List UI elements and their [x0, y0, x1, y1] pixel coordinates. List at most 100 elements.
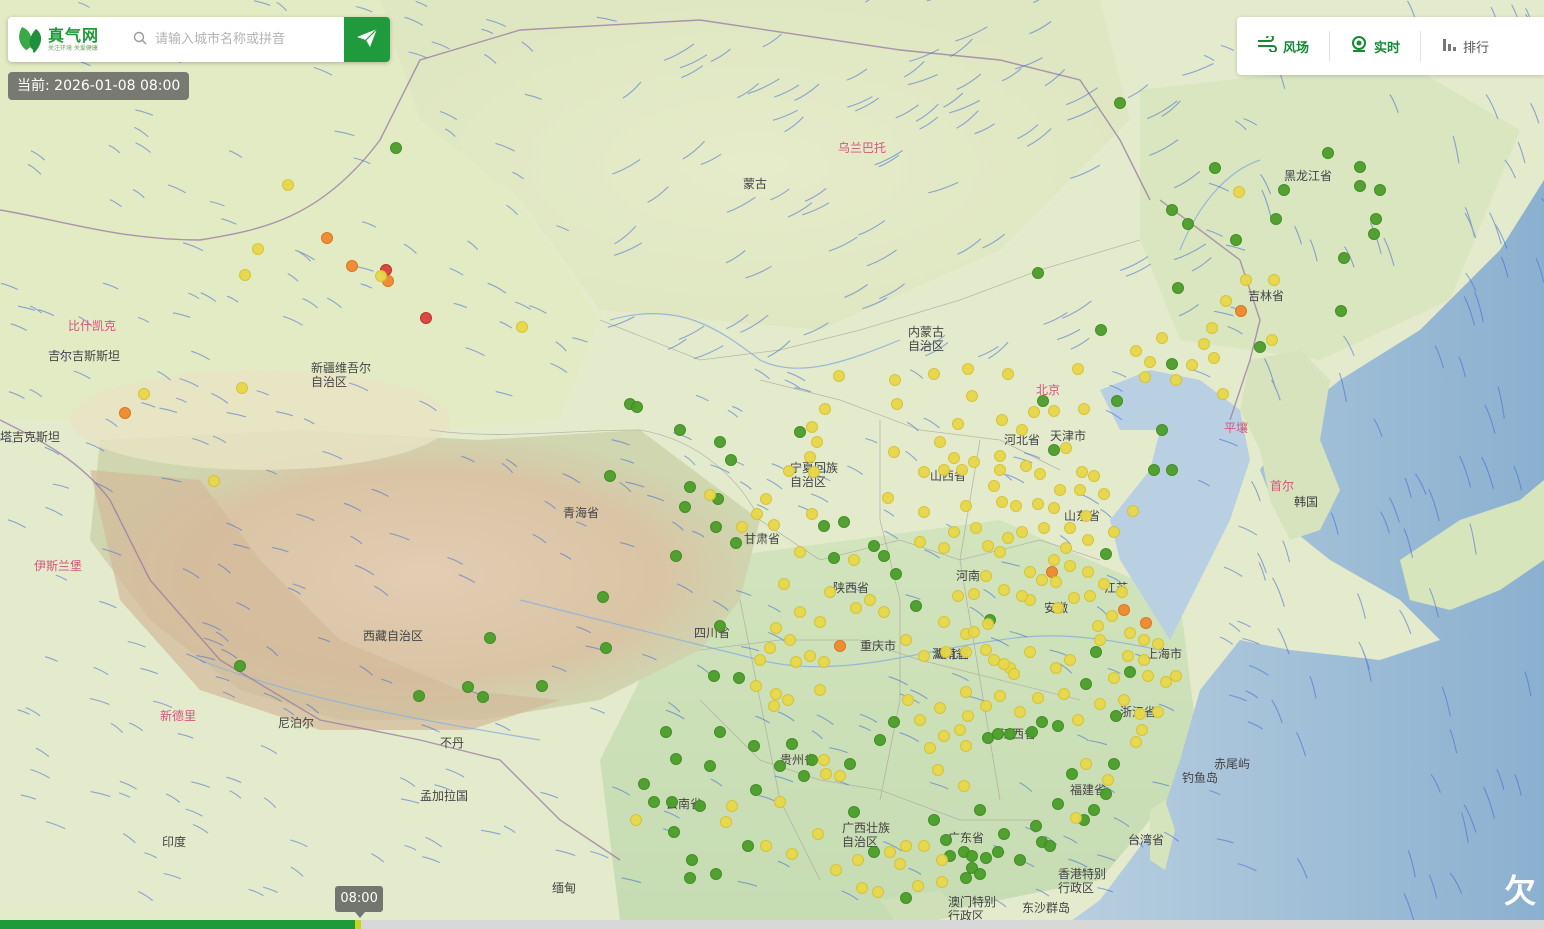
station-marker-good[interactable]	[1182, 218, 1194, 230]
station-marker-good[interactable]	[786, 738, 798, 750]
station-marker-moderate[interactable]	[938, 616, 950, 628]
station-marker-good[interactable]	[838, 516, 850, 528]
station-marker-moderate[interactable]	[914, 714, 926, 726]
station-marker-good[interactable]	[1338, 252, 1350, 264]
station-marker-moderate[interactable]	[954, 724, 966, 736]
station-marker-good[interactable]	[714, 726, 726, 738]
station-marker-moderate[interactable]	[1106, 610, 1118, 622]
station-marker-good[interactable]	[974, 868, 986, 880]
station-marker-moderate[interactable]	[1054, 484, 1066, 496]
station-marker-moderate[interactable]	[1156, 332, 1168, 344]
station-marker-light-pollution[interactable]	[834, 640, 846, 652]
station-marker-moderate[interactable]	[960, 740, 972, 752]
station-marker-moderate[interactable]	[833, 370, 845, 382]
station-marker-moderate[interactable]	[1233, 186, 1245, 198]
station-marker-moderate[interactable]	[804, 451, 816, 463]
station-marker-moderate[interactable]	[1052, 602, 1064, 614]
station-marker-moderate[interactable]	[770, 622, 782, 634]
station-marker-moderate[interactable]	[1098, 488, 1110, 500]
station-marker-moderate[interactable]	[1050, 576, 1062, 588]
station-marker-moderate[interactable]	[948, 526, 960, 538]
station-marker-moderate[interactable]	[1058, 688, 1070, 700]
station-marker-moderate[interactable]	[1038, 522, 1050, 534]
wind-field-button[interactable]: 风场	[1237, 17, 1329, 75]
station-marker-moderate[interactable]	[786, 848, 798, 860]
station-marker-moderate[interactable]	[1206, 322, 1218, 334]
station-marker-moderate[interactable]	[962, 363, 974, 375]
station-marker-good[interactable]	[974, 804, 986, 816]
station-marker-good[interactable]	[477, 691, 489, 703]
station-marker-moderate[interactable]	[938, 464, 950, 476]
station-marker-good[interactable]	[684, 481, 696, 493]
station-marker-good[interactable]	[1111, 395, 1123, 407]
station-marker-good[interactable]	[878, 550, 890, 562]
station-marker-good[interactable]	[638, 778, 650, 790]
station-marker-good[interactable]	[631, 401, 643, 413]
station-marker-moderate[interactable]	[824, 586, 836, 598]
station-marker-moderate[interactable]	[994, 546, 1006, 558]
station-marker-moderate[interactable]	[1094, 634, 1106, 646]
station-marker-moderate[interactable]	[918, 840, 930, 852]
station-marker-light-pollution[interactable]	[346, 260, 358, 272]
station-marker-good[interactable]	[960, 872, 972, 884]
station-marker-moderate[interactable]	[1152, 638, 1164, 650]
station-marker-moderate[interactable]	[1118, 694, 1130, 706]
station-marker-moderate[interactable]	[1142, 670, 1154, 682]
station-marker-moderate[interactable]	[988, 480, 1000, 492]
station-marker-moderate[interactable]	[878, 606, 890, 618]
station-marker-moderate[interactable]	[1084, 590, 1096, 602]
station-marker-good[interactable]	[733, 672, 745, 684]
station-marker-good[interactable]	[714, 436, 726, 448]
station-marker-moderate[interactable]	[948, 452, 960, 464]
station-marker-moderate[interactable]	[1170, 670, 1182, 682]
station-marker-good[interactable]	[1156, 424, 1168, 436]
station-marker-moderate[interactable]	[884, 846, 896, 858]
station-marker-good[interactable]	[1148, 464, 1160, 476]
station-marker-moderate[interactable]	[998, 658, 1010, 670]
station-marker-moderate[interactable]	[980, 644, 992, 656]
station-marker-good[interactable]	[992, 846, 1004, 858]
station-marker-good[interactable]	[1100, 788, 1112, 800]
station-marker-good[interactable]	[1030, 820, 1042, 832]
station-marker-good[interactable]	[868, 540, 880, 552]
station-marker-moderate[interactable]	[1138, 654, 1150, 666]
station-marker-good[interactable]	[708, 670, 720, 682]
station-marker-moderate[interactable]	[912, 880, 924, 892]
station-marker-good[interactable]	[774, 760, 786, 772]
station-marker-moderate[interactable]	[850, 602, 862, 614]
station-marker-good[interactable]	[1166, 204, 1178, 216]
station-marker-moderate[interactable]	[1048, 554, 1060, 566]
station-marker-moderate[interactable]	[1050, 662, 1062, 674]
station-marker-moderate[interactable]	[1014, 706, 1026, 718]
station-marker-moderate[interactable]	[982, 618, 994, 630]
station-marker-moderate[interactable]	[960, 686, 972, 698]
station-marker-good[interactable]	[1110, 710, 1122, 722]
station-marker-moderate[interactable]	[996, 414, 1008, 426]
station-marker-good[interactable]	[1172, 282, 1184, 294]
station-marker-moderate[interactable]	[1098, 578, 1110, 590]
station-marker-moderate[interactable]	[1160, 676, 1172, 688]
station-marker-moderate[interactable]	[726, 800, 738, 812]
station-marker-moderate[interactable]	[239, 269, 251, 281]
station-marker-moderate[interactable]	[1088, 470, 1100, 482]
station-marker-good[interactable]	[686, 854, 698, 866]
station-marker-moderate[interactable]	[1092, 620, 1104, 632]
station-marker-moderate[interactable]	[1064, 560, 1076, 572]
station-marker-moderate[interactable]	[1064, 654, 1076, 666]
station-marker-moderate[interactable]	[938, 730, 950, 742]
station-marker-moderate[interactable]	[1102, 774, 1114, 786]
station-marker-moderate[interactable]	[1068, 592, 1080, 604]
station-marker-moderate[interactable]	[1070, 812, 1082, 824]
station-marker-moderate[interactable]	[1074, 484, 1086, 496]
station-marker-good[interactable]	[1052, 720, 1064, 732]
station-marker-good[interactable]	[390, 142, 402, 154]
station-marker-good[interactable]	[536, 680, 548, 692]
station-marker-good[interactable]	[1354, 161, 1366, 173]
station-marker-moderate[interactable]	[888, 446, 900, 458]
search-submit-button[interactable]	[344, 17, 390, 62]
station-marker-moderate[interactable]	[994, 690, 1006, 702]
station-marker-moderate[interactable]	[938, 542, 950, 554]
station-marker-moderate[interactable]	[856, 882, 868, 894]
station-marker-good[interactable]	[818, 520, 830, 532]
station-marker-moderate[interactable]	[902, 694, 914, 706]
